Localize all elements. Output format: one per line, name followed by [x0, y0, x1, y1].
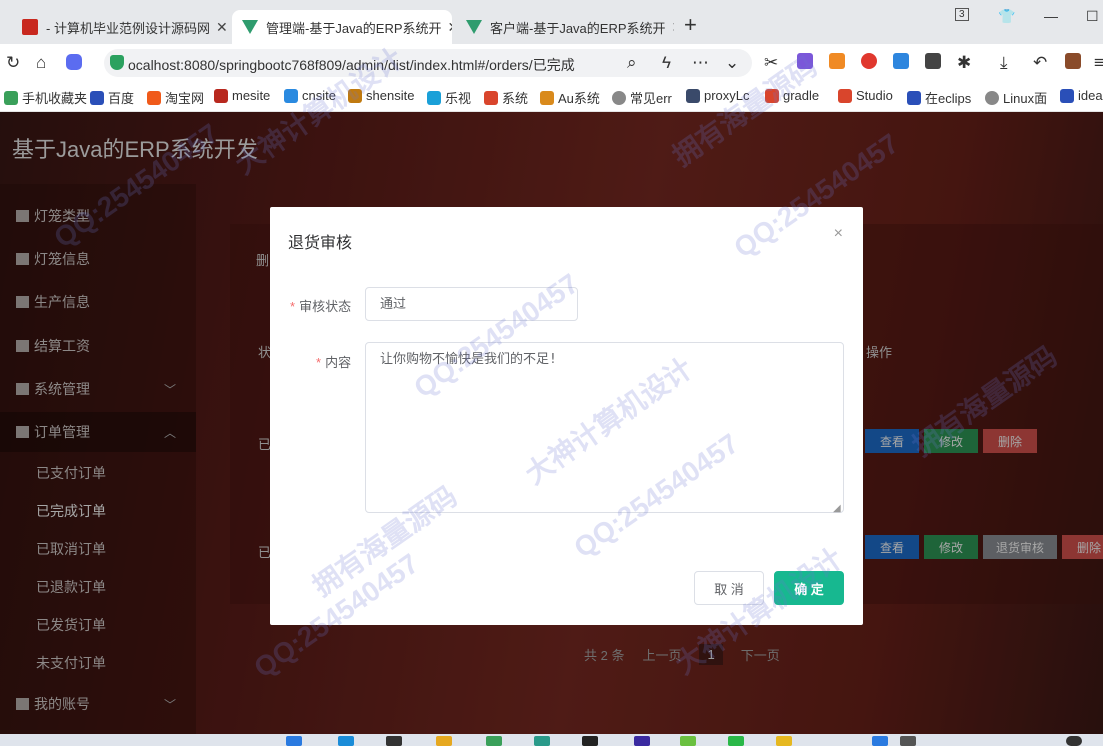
- bookmark-item[interactable]: cnsite: [284, 88, 336, 103]
- site-icon: [686, 88, 700, 103]
- security-shield-icon: [110, 55, 124, 70]
- app-icon[interactable]: [634, 736, 650, 746]
- site-icon: [765, 88, 779, 103]
- site-icon: [214, 88, 228, 103]
- chevron-down-icon[interactable]: ⌄: [725, 53, 739, 73]
- more-icon[interactable]: ⋯: [692, 53, 709, 73]
- menu-icon[interactable]: ≡: [1094, 53, 1103, 73]
- search-icon[interactable]: ⌕: [627, 53, 637, 73]
- content-label: * 内容: [316, 355, 352, 370]
- vue-favicon-icon: [242, 20, 258, 34]
- site-icon: [284, 88, 298, 103]
- close-tab-icon[interactable]: ✕: [442, 19, 452, 36]
- bookmark-item[interactable]: gradle: [765, 88, 819, 103]
- bookmark-item[interactable]: idea: [1060, 88, 1103, 103]
- resize-grip-icon[interactable]: ◢: [833, 503, 841, 514]
- reload-icon[interactable]: ↻: [6, 53, 20, 73]
- tab-count-badge[interactable]: 3: [955, 8, 969, 21]
- close-tab-icon[interactable]: ✕: [666, 19, 674, 36]
- start-icon[interactable]: [286, 736, 302, 746]
- terminal-icon[interactable]: [582, 736, 598, 746]
- os-taskbar: [0, 734, 1103, 746]
- app-icon[interactable]: [436, 736, 452, 746]
- bookmark-item[interactable]: Au系统: [540, 88, 600, 107]
- baidu-icon: [1060, 88, 1074, 103]
- bookmark-item[interactable]: Linux面: [985, 88, 1047, 107]
- translate-icon[interactable]: [797, 53, 813, 69]
- bookmark-item[interactable]: 淘宝网: [147, 88, 204, 107]
- bookmark-item[interactable]: 乐视: [427, 88, 471, 107]
- tab-source-site[interactable]: - 计算机毕业范例设计源码网 ✕: [12, 10, 228, 44]
- refund-review-dialog: 退货审核 × * 审核状态 通过 * 内容 让你购物不愉快是我们的不足! ◢ 取 消…: [270, 207, 863, 625]
- tab-label: 管理端-基于Java的ERP系统开: [266, 20, 442, 36]
- bookmark-item[interactable]: shensite: [348, 88, 414, 103]
- globe-icon: [985, 90, 999, 105]
- globe-icon: [612, 90, 626, 105]
- reader-icon[interactable]: [925, 53, 941, 69]
- app-icon[interactable]: [338, 736, 354, 746]
- bookmark-item[interactable]: 百度: [90, 88, 134, 107]
- home-icon[interactable]: ⌂: [36, 53, 46, 73]
- maximize-icon[interactable]: ☐: [1086, 8, 1099, 25]
- ai-icon[interactable]: [66, 54, 82, 70]
- status-label: * 审核状态: [290, 299, 352, 314]
- cancel-button[interactable]: 取 消: [694, 571, 764, 605]
- undo-icon[interactable]: ↶: [1033, 53, 1047, 73]
- bookmark-item[interactable]: proxyLc: [686, 88, 750, 103]
- baidu-icon: [907, 90, 921, 105]
- bookmark-item[interactable]: 常见err: [612, 88, 672, 107]
- minimize-icon[interactable]: —: [1044, 8, 1058, 24]
- bookmark-item[interactable]: Studio: [838, 88, 893, 103]
- tv-icon: [427, 90, 441, 105]
- bookmarks-bar: 手机收藏夹 百度 淘宝网 mesite cnsite shensite 乐视 系…: [0, 82, 1103, 112]
- app-icon[interactable]: [680, 736, 696, 746]
- tray-icon[interactable]: [900, 736, 916, 746]
- dialog-title: 退货审核: [288, 235, 353, 252]
- tab-admin[interactable]: 管理端-基于Java的ERP系统开 ✕: [232, 10, 452, 44]
- download-icon[interactable]: ⤓: [1000, 53, 1008, 73]
- bookmark-item[interactable]: 手机收藏夹: [4, 88, 87, 107]
- address-bar-row: ↻ ⌂ ocalhost:8080/springbootc768f809/adm…: [0, 44, 1103, 82]
- mail-icon[interactable]: [893, 53, 909, 69]
- app-icon[interactable]: [386, 736, 402, 746]
- site-icon: [838, 88, 852, 103]
- tab-label: - 计算机毕业范例设计源码网: [46, 20, 210, 36]
- url-text[interactable]: ocalhost:8080/springbootc768f809/admin/d…: [128, 55, 575, 75]
- phone-icon: [4, 90, 18, 105]
- shirt-icon[interactable]: 👕: [998, 8, 1015, 25]
- new-tab-button[interactable]: +: [684, 12, 697, 38]
- site-icon: [540, 90, 554, 105]
- scissors-icon[interactable]: ✂: [764, 53, 778, 73]
- close-icon[interactable]: ×: [834, 225, 843, 243]
- site-icon: [348, 88, 362, 103]
- tab-label: 客户端-基于Java的ERP系统开: [490, 20, 666, 36]
- app-icon[interactable]: [534, 736, 550, 746]
- bookmark-item[interactable]: 系统: [484, 88, 528, 107]
- folder-icon[interactable]: [776, 736, 792, 746]
- wechat-icon[interactable]: [728, 736, 744, 746]
- taobao-icon: [147, 90, 161, 105]
- status-input[interactable]: 通过: [365, 287, 578, 321]
- tab-client[interactable]: 客户端-基于Java的ERP系统开 ✕: [456, 10, 674, 44]
- baidu-icon: [90, 90, 104, 105]
- content-textarea[interactable]: 让你购物不愉快是我们的不足!: [365, 342, 844, 513]
- browser-tab-bar: - 计算机毕业范例设计源码网 ✕ 管理端-基于Java的ERP系统开 ✕ 客户端…: [0, 0, 1103, 44]
- close-tab-icon[interactable]: ✕: [210, 19, 228, 36]
- vue-favicon-icon: [466, 20, 482, 34]
- tray-icon[interactable]: [872, 736, 888, 746]
- site-icon: [484, 90, 498, 105]
- tray-icon[interactable]: [1066, 736, 1082, 746]
- puzzle-icon[interactable]: ✱: [957, 53, 971, 73]
- url-field[interactable]: ocalhost:8080/springbootc768f809/admin/d…: [104, 49, 752, 77]
- bookmark-item[interactable]: mesite: [214, 88, 270, 103]
- bookmark-item[interactable]: 在eclips: [907, 88, 971, 107]
- extension-game-icon[interactable]: [829, 53, 845, 69]
- weibo-icon[interactable]: [861, 53, 877, 69]
- confirm-button[interactable]: 确 定: [774, 571, 844, 605]
- app-icon[interactable]: [486, 736, 502, 746]
- toolbox-icon[interactable]: [1065, 53, 1081, 69]
- lightning-icon[interactable]: ϟ: [662, 53, 671, 73]
- site-favicon-icon: [22, 19, 38, 35]
